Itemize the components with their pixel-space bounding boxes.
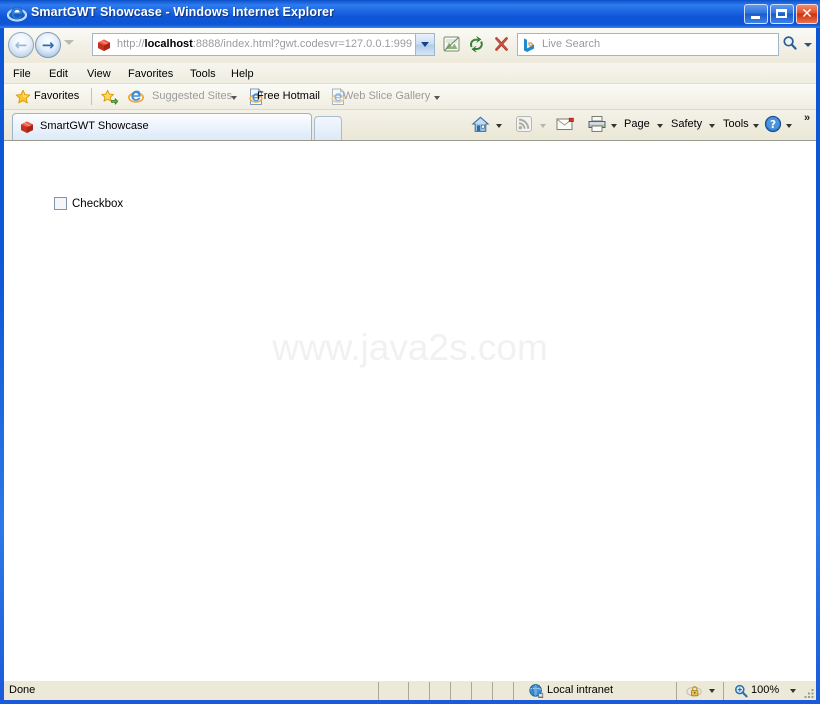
page-menu-button[interactable]: Page — [624, 118, 650, 130]
maximize-button[interactable] — [770, 4, 794, 24]
watermark-text: www.java2s.com — [272, 327, 548, 368]
menu-item-edit[interactable]: Edit — [43, 66, 74, 82]
menu-item-view[interactable]: View — [81, 66, 117, 82]
status-text: Done — [9, 684, 36, 696]
address-dropdown-button[interactable] — [415, 34, 434, 55]
title-bar: SmartGWT Showcase - Windows Internet Exp… — [0, 0, 820, 28]
checkbox-control[interactable]: Checkbox — [54, 197, 123, 210]
security-zone-label: Local intranet — [547, 684, 614, 696]
star-icon[interactable] — [15, 89, 31, 108]
favorites-item-suggested-sites[interactable]: Suggested Sites — [152, 90, 232, 102]
zoom-magnifier-icon[interactable] — [733, 683, 749, 699]
chevron-down-icon — [804, 43, 812, 47]
maximize-icon — [776, 9, 787, 18]
home-icon[interactable] — [471, 115, 490, 137]
close-button[interactable]: ✕ — [796, 4, 818, 24]
checkbox-label: Checkbox — [72, 197, 124, 210]
printer-icon[interactable] — [587, 115, 607, 136]
chevron-down-icon[interactable] — [434, 96, 440, 100]
tab-label: SmartGWT Showcase — [40, 120, 149, 132]
mail-icon[interactable] — [556, 116, 575, 135]
help-chevron-down-icon[interactable] — [786, 124, 792, 128]
print-chevron-down-icon[interactable] — [611, 124, 617, 128]
stop-button[interactable] — [490, 33, 513, 56]
search-options-button[interactable] — [801, 33, 814, 56]
favorites-item-free-hotmail[interactable]: Free Hotmail — [257, 90, 320, 102]
menu-item-help[interactable]: Help — [225, 66, 260, 82]
chevron-down-icon[interactable] — [231, 96, 237, 100]
compatibility-view-button[interactable] — [440, 33, 463, 56]
favorites-separator — [91, 88, 92, 105]
tab-bar: SmartGWT Showcase Page Safety Tools ? » — [4, 110, 816, 140]
gwt-red-box-icon — [96, 37, 112, 53]
page-content: Checkbox www.java2s.com — [4, 140, 816, 686]
refresh-button[interactable] — [465, 33, 488, 56]
favorites-label[interactable]: Favorites — [34, 90, 79, 102]
zoom-chevron-down-icon[interactable] — [790, 689, 796, 693]
minimize-icon — [751, 16, 760, 19]
protected-mode-chevron-down-icon[interactable] — [709, 689, 715, 693]
address-input[interactable]: http://localhost:8888/index.html?gwt.cod… — [92, 33, 435, 56]
internet-explorer-icon — [6, 4, 28, 24]
browser-window: SmartGWT Showcase - Windows Internet Exp… — [0, 0, 820, 704]
safety-menu-button[interactable]: Safety — [671, 118, 702, 130]
svg-text:?: ? — [770, 119, 776, 131]
search-placeholder: Live Search — [542, 38, 601, 50]
tools-chevron-down-icon[interactable] — [753, 124, 759, 128]
chevron-down-icon — [421, 42, 429, 47]
search-button[interactable] — [780, 33, 802, 56]
address-url-text: http://localhost:8888/index.html?gwt.cod… — [117, 38, 413, 50]
safety-chevron-down-icon[interactable] — [709, 124, 715, 128]
tools-menu-button[interactable]: Tools — [723, 118, 749, 130]
page-chevron-down-icon[interactable] — [657, 124, 663, 128]
close-icon: ✕ — [801, 6, 813, 22]
forward-button[interactable]: → — [35, 32, 61, 58]
menu-item-tools[interactable]: Tools — [184, 66, 222, 82]
bing-b-icon — [521, 37, 537, 53]
minimize-button[interactable] — [744, 4, 768, 24]
menu-bar: File Edit View Favorites Tools Help — [4, 63, 816, 84]
command-bar-overflow-button[interactable]: » — [804, 112, 810, 124]
tab-smartgwt-showcase[interactable]: SmartGWT Showcase — [12, 113, 312, 140]
gwt-red-box-icon — [19, 119, 35, 135]
question-mark-icon[interactable]: ? — [764, 115, 782, 136]
favorites-bar: Favorites Suggested Sites Free Hotmail W… — [4, 84, 816, 110]
back-button[interactable]: ← — [8, 32, 34, 58]
new-tab-button[interactable] — [314, 116, 342, 140]
back-arrow-icon: ← — [14, 36, 28, 54]
feeds-chevron-down-icon — [540, 124, 546, 128]
globe-icon — [528, 683, 544, 699]
home-chevron-down-icon[interactable] — [496, 124, 502, 128]
ie-page-icon[interactable] — [127, 89, 145, 108]
recent-pages-chevron-down-icon[interactable] — [64, 40, 74, 45]
status-bar: Done Local intranet 100% — [4, 680, 816, 700]
lock-icon[interactable] — [686, 683, 704, 699]
menu-item-favorites[interactable]: Favorites — [122, 66, 179, 82]
zoom-level-label[interactable]: 100% — [751, 684, 779, 696]
search-input[interactable]: Live Search — [517, 33, 779, 56]
browser-client-area: ← → http://localhost:8888/index.html?gwt… — [4, 28, 816, 686]
window-title: SmartGWT Showcase - Windows Internet Exp… — [31, 5, 335, 19]
address-toolbar: ← → http://localhost:8888/index.html?gwt… — [4, 28, 816, 63]
rss-icon — [515, 115, 533, 136]
forward-arrow-icon: → — [41, 36, 55, 54]
add-to-favorites-icon[interactable] — [101, 89, 119, 108]
resize-grip-icon[interactable] — [803, 687, 815, 699]
favorites-item-web-slice-gallery[interactable]: Web Slice Gallery — [343, 90, 430, 102]
checkbox-input[interactable] — [54, 197, 67, 210]
menu-item-file[interactable]: File — [7, 66, 37, 82]
